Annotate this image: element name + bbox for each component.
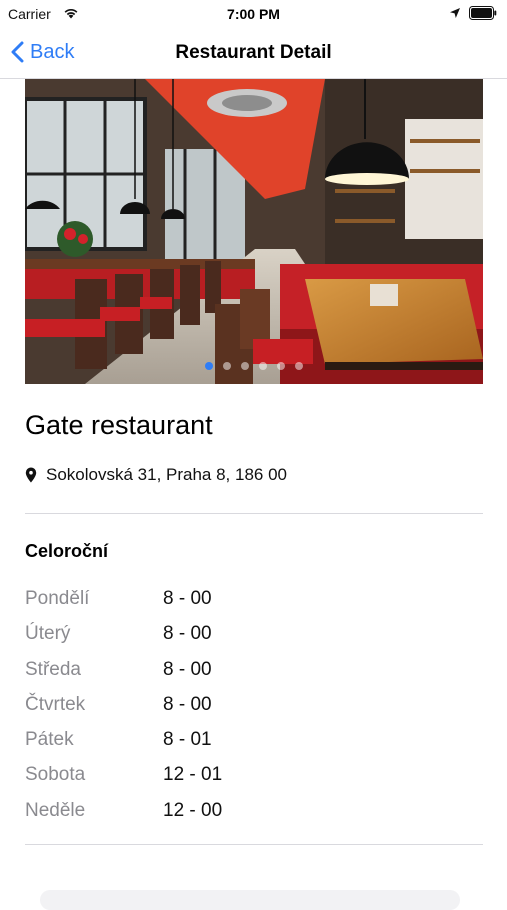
hours-row: Pátek 8 - 01 [25,725,425,760]
next-section-peek [40,890,460,910]
day-label: Neděle [25,799,86,821]
page-dot[interactable] [259,362,267,370]
status-bar: Carrier 7:00 PM [0,0,507,28]
page-dot[interactable] [205,362,213,370]
hours-row: Pondělí 8 - 00 [25,584,425,619]
page-dot[interactable] [295,362,303,370]
hours-row: Středa 8 - 00 [25,655,425,690]
restaurant-photo [25,79,483,384]
page-dot[interactable] [277,362,285,370]
day-label: Pátek [25,729,74,751]
day-label: Středa [25,658,81,680]
hours-row: Čtvrtek 8 - 00 [25,690,425,725]
hours-row: Neděle 12 - 00 [25,796,425,831]
location-arrow-icon [450,8,460,18]
hours-value: 12 - 00 [163,799,223,821]
page-dot[interactable] [241,362,249,370]
page-indicator[interactable] [25,362,483,370]
navigation-bar: Back Restaurant Detail [0,28,507,79]
hours-value: 12 - 01 [163,764,223,786]
day-label: Pondělí [25,588,90,609]
battery-icon [469,6,497,20]
hours-row: Úterý 8 - 00 [25,619,425,654]
hours-value: 8 - 00 [163,658,212,680]
map-pin-icon [25,467,37,483]
hours-value: 8 - 01 [163,729,212,751]
hours-value: 8 - 00 [163,623,212,645]
address[interactable]: Sokolovská 31, Praha 8, 186 00 [25,465,287,485]
divider [25,513,483,514]
page-dot[interactable] [223,362,231,370]
opening-hours-list: Pondělí 8 - 00 Úterý 8 - 00 Středa 8 - 0… [25,584,425,831]
divider [25,844,483,845]
day-label: Čtvrtek [25,693,86,715]
hours-value: 8 - 00 [163,588,212,609]
clock: 7:00 PM [227,6,280,22]
address-text: Sokolovská 31, Praha 8, 186 00 [46,465,287,484]
hours-section-title: Celoroční [25,541,109,561]
day-label: Úterý [25,623,71,645]
day-label: Sobota [25,764,86,786]
hours-row: Sobota 12 - 01 [25,760,425,795]
restaurant-name: Gate restaurant [25,410,213,440]
page-title: Restaurant Detail [175,42,332,63]
hours-value: 8 - 00 [163,693,212,715]
photo-carousel[interactable] [25,79,483,384]
